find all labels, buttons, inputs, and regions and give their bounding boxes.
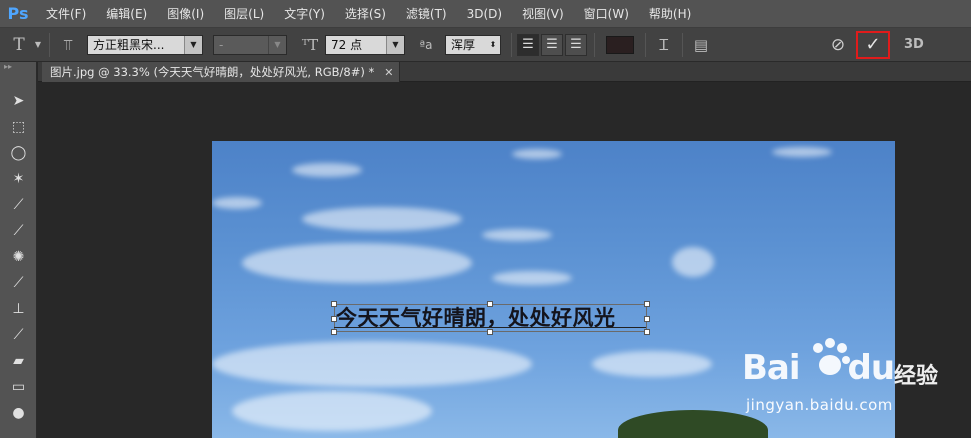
type-tool-icon[interactable]: T: [6, 33, 32, 57]
font-style-select[interactable]: - ▼: [213, 34, 287, 55]
commit-edits-button[interactable]: ✓: [856, 30, 890, 59]
font-family-select[interactable]: 方正粗黑宋... ▼: [87, 34, 203, 55]
cloud: [232, 391, 432, 431]
move-tool-icon[interactable]: ➤: [0, 88, 37, 114]
crop-tool-icon[interactable]: ⟋: [0, 192, 37, 218]
tool-panel: ▸▸ ➤ ⬚ ◯ ✶ ⟋ ⟋ ✺ ⟋ ⊥ ⟋ ▰ ▭ ●: [0, 62, 37, 438]
separator: [49, 32, 50, 57]
separator: [594, 32, 595, 57]
lasso-tool-icon[interactable]: ◯: [0, 140, 37, 166]
document-tab-title: 图片.jpg @ 33.3% (今天天气好晴朗，处处好风光, RGB/8#) *: [50, 65, 375, 79]
cloud: [512, 149, 562, 159]
transform-handle[interactable]: [644, 316, 650, 322]
align-center-button[interactable]: ☰: [541, 33, 563, 56]
cloud: [242, 243, 472, 283]
3d-button[interactable]: 3D: [904, 37, 924, 52]
magic-wand-tool-icon[interactable]: ✶: [0, 166, 37, 192]
menu-select[interactable]: 选择(S): [335, 0, 396, 28]
options-bar: T ▼ ⫪ 方正粗黑宋... ▼ - ▼ ᵀT 72 点 ▼ ªa 浑厚 ⬍ ☰…: [0, 28, 971, 62]
font-size-icon: ᵀT: [301, 35, 319, 54]
menu-window[interactable]: 窗口(W): [574, 0, 639, 28]
antialias-select[interactable]: 浑厚 ⬍: [445, 34, 501, 55]
clone-stamp-tool-icon[interactable]: ⊥: [0, 296, 37, 322]
font-size-value: 72 点: [331, 38, 363, 52]
gradient-tool-icon[interactable]: ▭: [0, 374, 37, 400]
menu-help[interactable]: 帮助(H): [639, 0, 701, 28]
brush-tool-icon[interactable]: ⟋: [0, 270, 37, 296]
baidu-brand-text: Bai du: [742, 348, 896, 388]
menu-layer[interactable]: 图层(L): [214, 0, 274, 28]
chevron-down-icon: ▼: [184, 35, 202, 54]
menu-type[interactable]: 文字(Y): [274, 0, 335, 28]
cancel-edits-icon[interactable]: ⊘: [826, 33, 850, 57]
toggle-orientation-icon[interactable]: ⫪: [55, 33, 81, 57]
character-panel-icon[interactable]: ▤: [688, 33, 714, 57]
font-size-select[interactable]: 72 点 ▼: [325, 34, 405, 55]
panel-collapse-icon[interactable]: ▸▸: [0, 62, 36, 72]
separator: [511, 32, 512, 57]
menu-filter[interactable]: 滤镜(T): [396, 0, 457, 28]
cloud: [212, 341, 532, 387]
transform-handle[interactable]: [644, 329, 650, 335]
align-right-button[interactable]: ☰: [565, 33, 587, 56]
transform-handle[interactable]: [644, 301, 650, 307]
antialias-icon: ªa: [419, 37, 433, 52]
cloud: [482, 229, 552, 241]
checkmark-icon: ✓: [865, 34, 881, 55]
chevron-down-icon: ▼: [386, 35, 404, 54]
healing-brush-tool-icon[interactable]: ✺: [0, 244, 37, 270]
antialias-value: 浑厚: [451, 38, 476, 52]
baidu-jingyan-text: 经验: [894, 364, 939, 389]
font-style-value: -: [219, 37, 224, 52]
font-family-value: 方正粗黑宋...: [93, 38, 165, 52]
menu-image[interactable]: 图像(I): [157, 0, 214, 28]
text-baseline: [334, 327, 646, 328]
cloud: [492, 271, 572, 285]
menu-edit[interactable]: 编辑(E): [96, 0, 157, 28]
menu-3d[interactable]: 3D(D): [457, 0, 512, 28]
separator: [645, 32, 646, 57]
cloud: [292, 163, 362, 177]
cloud: [212, 197, 262, 209]
photoshop-logo: Ps: [7, 4, 29, 23]
baidu-brand-bai: Bai: [742, 348, 801, 388]
eraser-tool-icon[interactable]: ▰: [0, 348, 37, 374]
align-left-button[interactable]: ☰: [517, 33, 539, 56]
blur-tool-icon[interactable]: ●: [0, 400, 37, 426]
marquee-tool-icon[interactable]: ⬚: [0, 114, 37, 140]
cloud: [672, 247, 714, 277]
history-brush-tool-icon[interactable]: ⟋: [0, 322, 37, 348]
tool-preset-dropdown-icon[interactable]: ▼: [32, 33, 44, 57]
document-tab[interactable]: 图片.jpg @ 33.3% (今天天气好晴朗，处处好风光, RGB/8#) *…: [42, 62, 401, 82]
baidu-url: jingyan.baidu.com: [746, 396, 893, 414]
cloud: [772, 147, 832, 157]
baidu-watermark: Bai du 经验 jingyan.baidu.com: [742, 338, 971, 438]
baidu-brand-du: du: [847, 348, 896, 388]
cloud: [302, 207, 462, 231]
separator: [682, 32, 683, 57]
menu-bar: Ps 文件(F) 编辑(E) 图像(I) 图层(L) 文字(Y) 选择(S) 滤…: [0, 0, 971, 28]
menu-file[interactable]: 文件(F): [36, 0, 96, 28]
warp-text-icon[interactable]: Ꮖ: [651, 33, 677, 57]
menu-view[interactable]: 视图(V): [512, 0, 574, 28]
document-tab-bar: 图片.jpg @ 33.3% (今天天气好晴朗，处处好风光, RGB/8#) *…: [38, 62, 971, 82]
chevron-updown-icon: ⬍: [486, 35, 500, 54]
close-icon[interactable]: ✕: [384, 66, 393, 79]
chevron-down-icon: ▼: [268, 35, 286, 54]
cloud: [592, 351, 712, 377]
eyedropper-tool-icon[interactable]: ⟋: [0, 218, 37, 244]
text-color-swatch[interactable]: [606, 35, 634, 54]
